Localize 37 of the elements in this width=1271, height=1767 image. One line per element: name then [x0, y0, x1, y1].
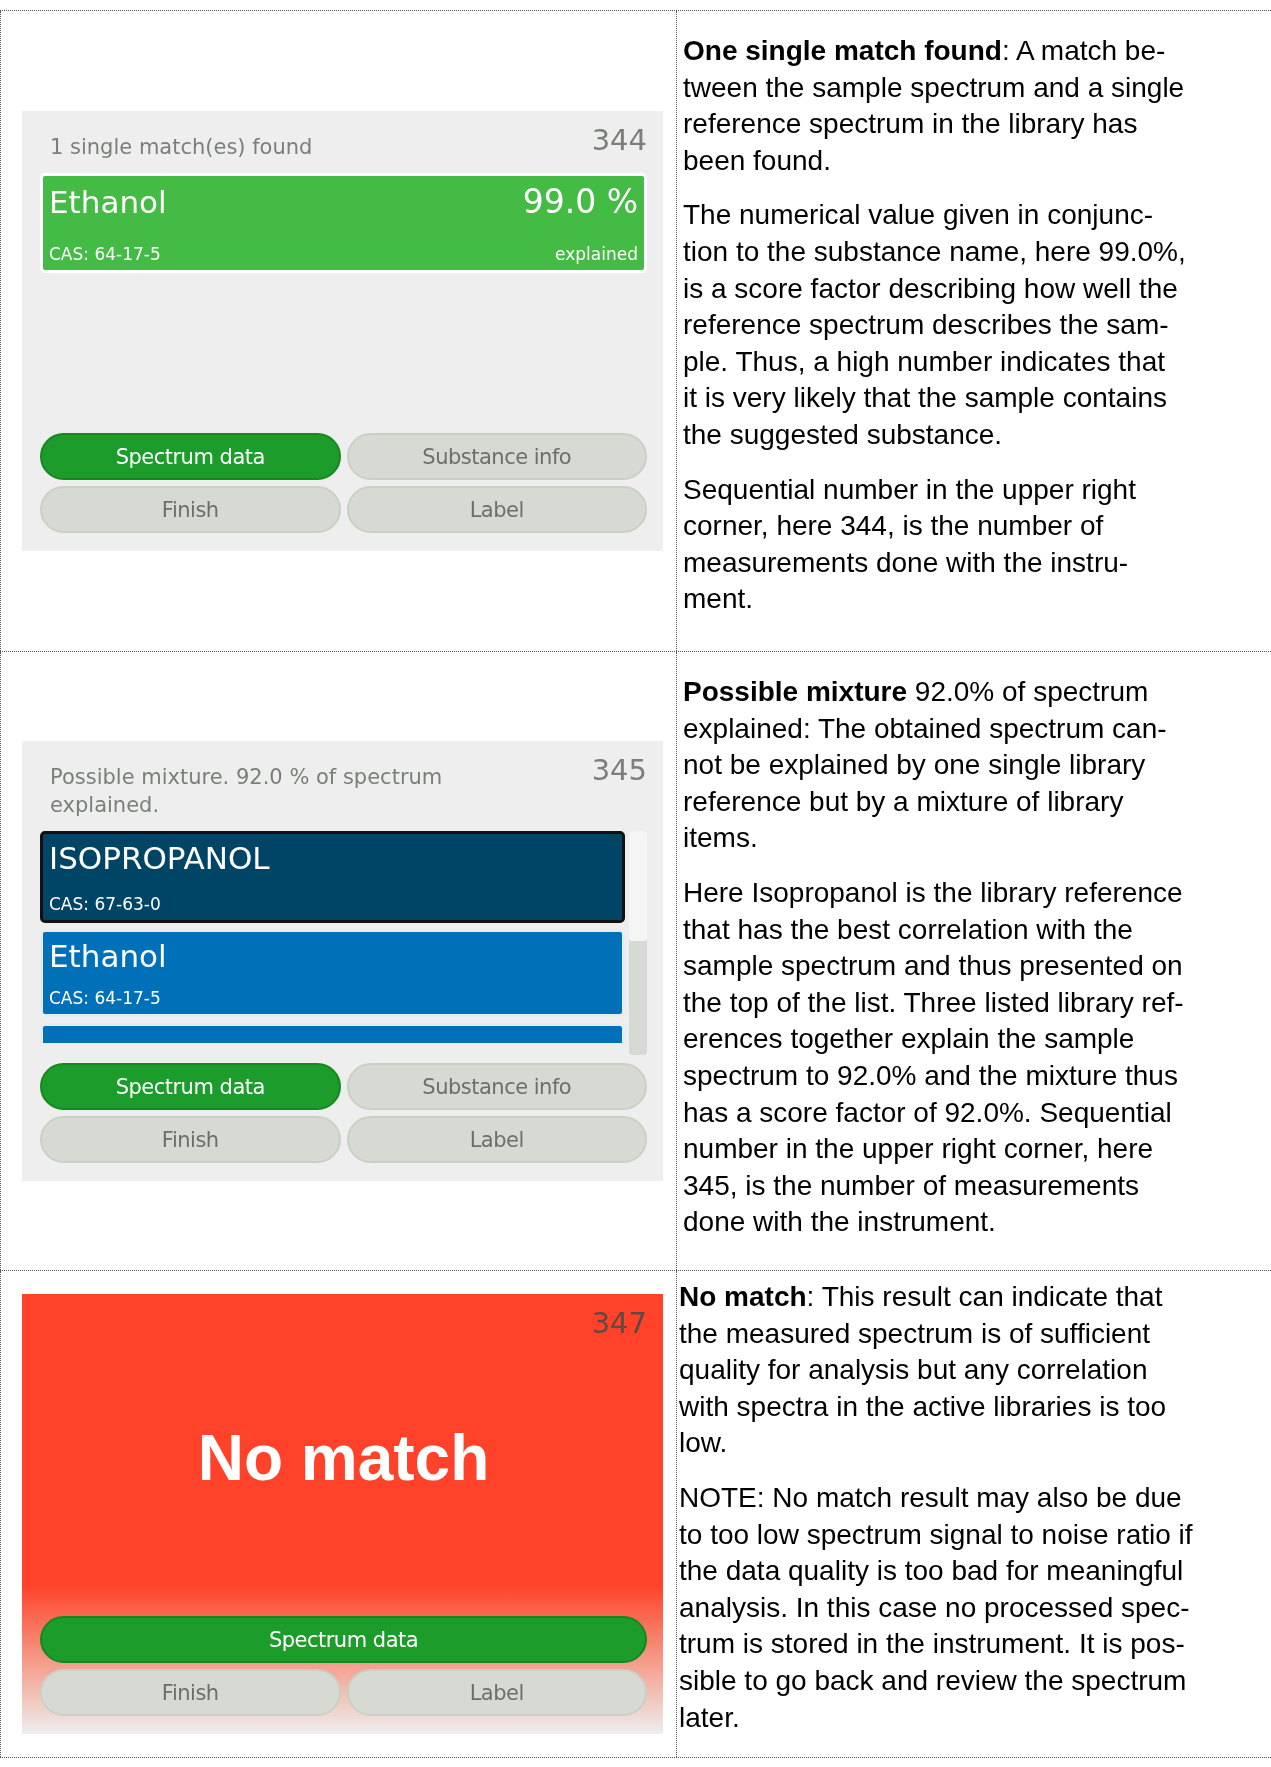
action-button[interactable]: Substance info [346, 1063, 647, 1110]
description-paragraph: Here Isopropanol is the library reference that has the best correlation with the sample spectrum and thus presented on the top of the list. Three listed library ref- erences together explain the sample spectrum to 92.0% and the mixture thus has a score factor of 92.0%. Sequential number in the upper right corner, here 345, is the number of measurements done with the instrument. [683, 875, 1185, 1240]
cas-number: CAS: 64-17-5 [49, 244, 161, 264]
action-button[interactable]: Finish [40, 1116, 341, 1163]
cas-number: CAS: 67-63-0 [49, 894, 161, 914]
substance-name: ISOPROPANOL [49, 840, 270, 876]
action-button[interactable]: Spectrum data [40, 433, 341, 480]
action-button[interactable]: Finish [40, 486, 341, 533]
action-button[interactable]: Label [346, 1116, 647, 1163]
action-button[interactable]: Substance info [346, 433, 647, 480]
description-paragraph: Possible mixture 92.0% of spectrum explained: The obtained spectrum can- not be explained by one single library reference but by a mixture of library items. [683, 675, 1168, 856]
description-paragraph: The numerical value given in conjunc- tion to the substance name, here 99.0%, is a score factor describing how well the reference spectrum describes the sam- ple. Thus, a high number indicates that it is very likely that the sample contains the suggested substance. [683, 198, 1187, 452]
result-message: Possible mixture. 92.0 % of spectrum explained. [49, 764, 444, 819]
cas-number: CAS: 64-17-5 [49, 988, 161, 1008]
substance-name: Ethanol [49, 184, 167, 220]
action-button[interactable]: Spectrum data [40, 1616, 647, 1663]
measurement-number: 345 [591, 753, 647, 787]
action-button[interactable]: Label [346, 1669, 647, 1716]
match-card[interactable]: Ethanol CAS: 64-17-5 [40, 929, 625, 1017]
result-message: 1 single match(es) found [49, 134, 314, 161]
partial-match-card[interactable] [40, 1023, 625, 1043]
action-button[interactable]: Finish [40, 1669, 341, 1716]
substance-name: Ethanol [49, 938, 167, 974]
action-button[interactable]: Spectrum data [40, 1063, 341, 1110]
match-score: 99.0 % [522, 182, 638, 221]
description-paragraph: No match: This result can indicate that the measured spectrum is of sufficient quality for analysis but any correlation with spectra in the active libraries is too low. [679, 1280, 1168, 1461]
action-button[interactable]: Label [346, 486, 647, 533]
match-card[interactable]: Ethanol 99.0 % CAS: 64-17-5 explained [40, 173, 647, 273]
measurement-number: 347 [591, 1306, 647, 1340]
scrollbar[interactable] [629, 831, 647, 1055]
description-paragraph: Sequential number in the upper right corner, here 344, is the number of measurements done with the instru- ment. [683, 472, 1137, 617]
description-paragraph: One single match found: A match be- tween the sample spectrum and a single reference spectrum in the library has been found. [683, 34, 1186, 178]
no-match-title: No match [196, 1421, 491, 1496]
match-card[interactable]: ISOPROPANOL CAS: 67-63-0 [40, 831, 625, 923]
description-paragraph: NOTE: No match result may also be due to too low spectrum signal to noise ratio if the data quality is too bad for meaningful analysis. In this case no processed spec- trum is stored in the instrument. It is pos- sible to go back and review the spectrum later. [679, 1480, 1194, 1735]
measurement-number: 344 [591, 123, 647, 157]
score-label: explained [555, 244, 638, 264]
